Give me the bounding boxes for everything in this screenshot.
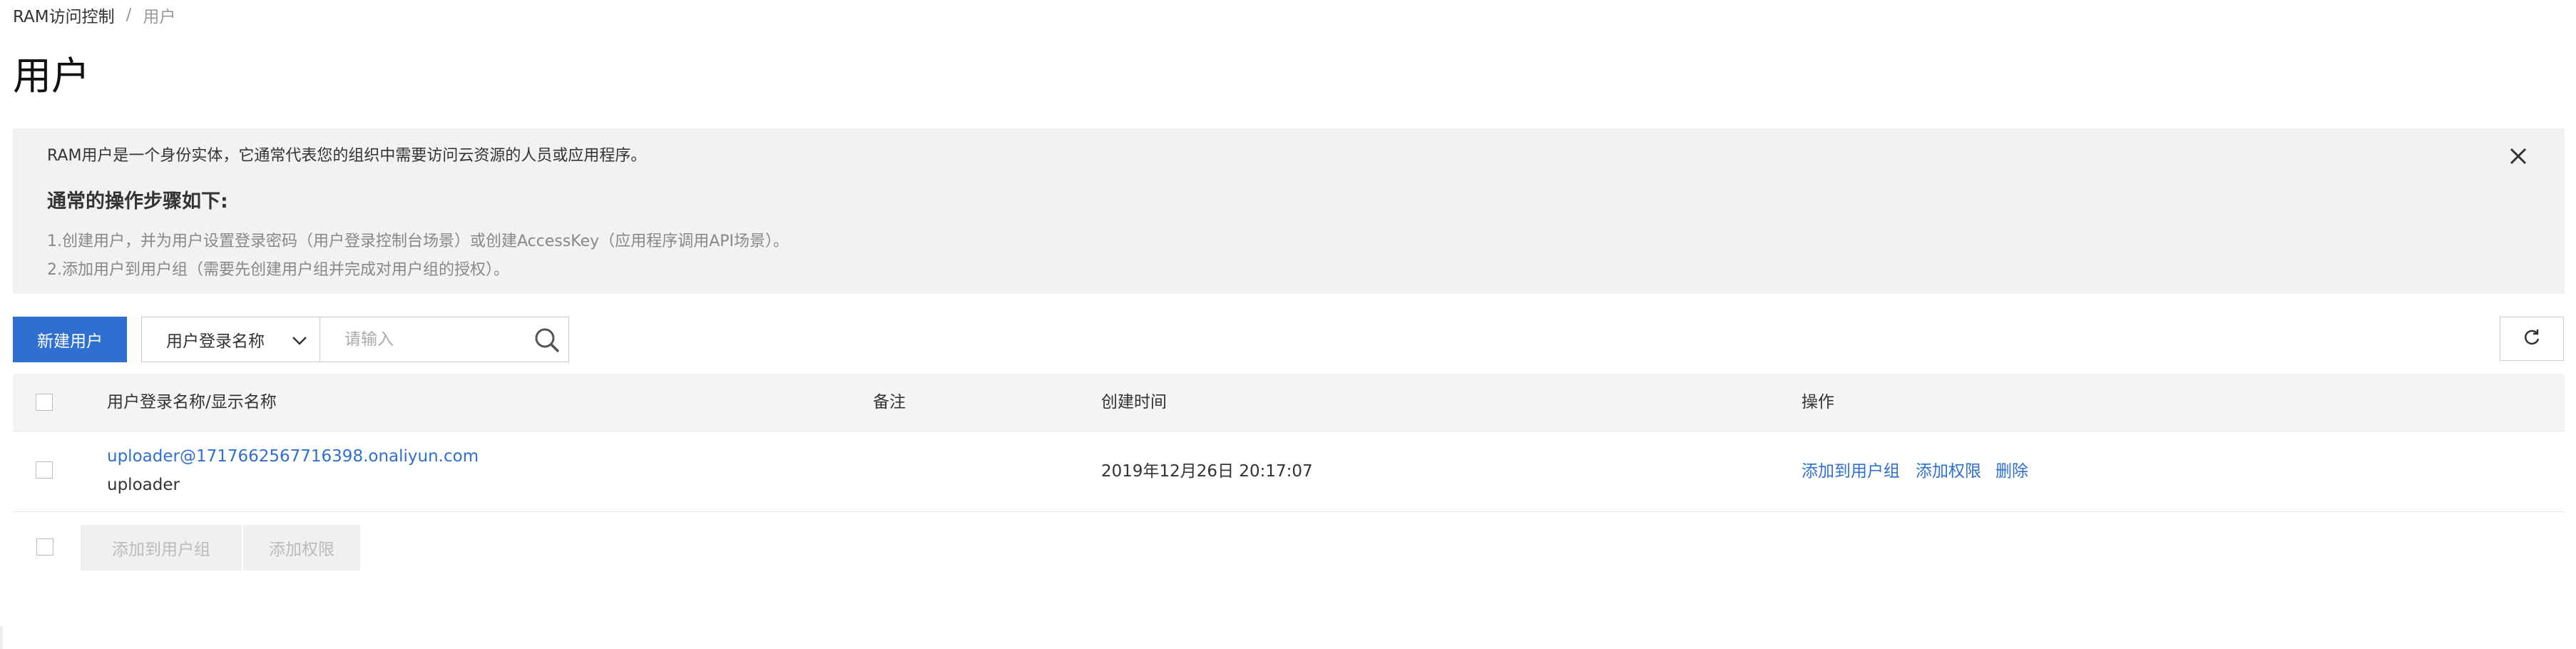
- search-group: 用户登录名称: [141, 317, 569, 362]
- created-time: 2019年12月26日 20:17:07: [1101, 462, 1313, 481]
- refresh-button[interactable]: [2500, 317, 2564, 361]
- breadcrumb-current: 用户: [143, 8, 176, 26]
- add-permission-link[interactable]: 添加权限: [1916, 431, 1981, 511]
- corner-mark: [0, 626, 3, 649]
- table-row: uploader@1717662567716398.onaliyun.com u…: [13, 431, 2565, 512]
- select-all-checkbox[interactable]: [36, 394, 53, 411]
- user-login-name-link[interactable]: uploader@1717662567716398.onaliyun.com: [107, 447, 479, 466]
- delete-link[interactable]: 删除: [1995, 431, 2028, 511]
- user-display-name: uploader: [107, 476, 180, 494]
- add-to-group-link[interactable]: 添加到用户组: [1801, 431, 1900, 511]
- column-header-login-name: 用户登录名称/显示名称: [107, 393, 277, 412]
- batch-add-to-group-button[interactable]: 添加到用户组: [81, 525, 242, 571]
- column-header-created-time: 创建时间: [1101, 393, 1167, 412]
- notice-description: RAM用户是一个身份实体，它通常代表您的组织中需要访问云资源的人员或应用程序。: [47, 147, 647, 165]
- notice-heading: 通常的操作步骤如下:: [47, 190, 228, 213]
- chevron-down-icon: [290, 330, 310, 354]
- breadcrumb-root-link[interactable]: RAM访问控制: [13, 3, 115, 27]
- breadcrumb-separator: /: [126, 6, 132, 24]
- column-header-note: 备注: [873, 393, 906, 412]
- breadcrumb: RAM访问控制 / 用户: [13, 4, 175, 26]
- create-user-button[interactable]: 新建用户: [13, 317, 127, 362]
- row-checkbox[interactable]: [36, 461, 53, 479]
- notice-step-1: 1.创建用户，并为用户设置登录密码（用户登录控制台场景）或创建AccessKey…: [47, 232, 789, 250]
- page-title: 用户: [13, 53, 90, 98]
- search-field-selected: 用户登录名称: [166, 332, 265, 351]
- info-notice: RAM用户是一个身份实体，它通常代表您的组织中需要访问云资源的人员或应用程序。 …: [13, 128, 2565, 294]
- column-header-actions: 操作: [1801, 393, 1834, 412]
- refresh-icon: [2522, 327, 2542, 350]
- batch-select-checkbox[interactable]: [36, 538, 53, 556]
- search-field-select[interactable]: 用户登录名称: [142, 317, 320, 362]
- table-header: 用户登录名称/显示名称 备注 创建时间 操作: [13, 374, 2565, 431]
- search-input[interactable]: [320, 317, 546, 362]
- search-icon[interactable]: [533, 326, 561, 354]
- close-icon[interactable]: [2506, 144, 2530, 168]
- notice-step-2: 2.添加用户到用户组（需要先创建用户组并完成对用户组的授权）。: [47, 261, 509, 279]
- batch-add-permission-button[interactable]: 添加权限: [243, 525, 360, 571]
